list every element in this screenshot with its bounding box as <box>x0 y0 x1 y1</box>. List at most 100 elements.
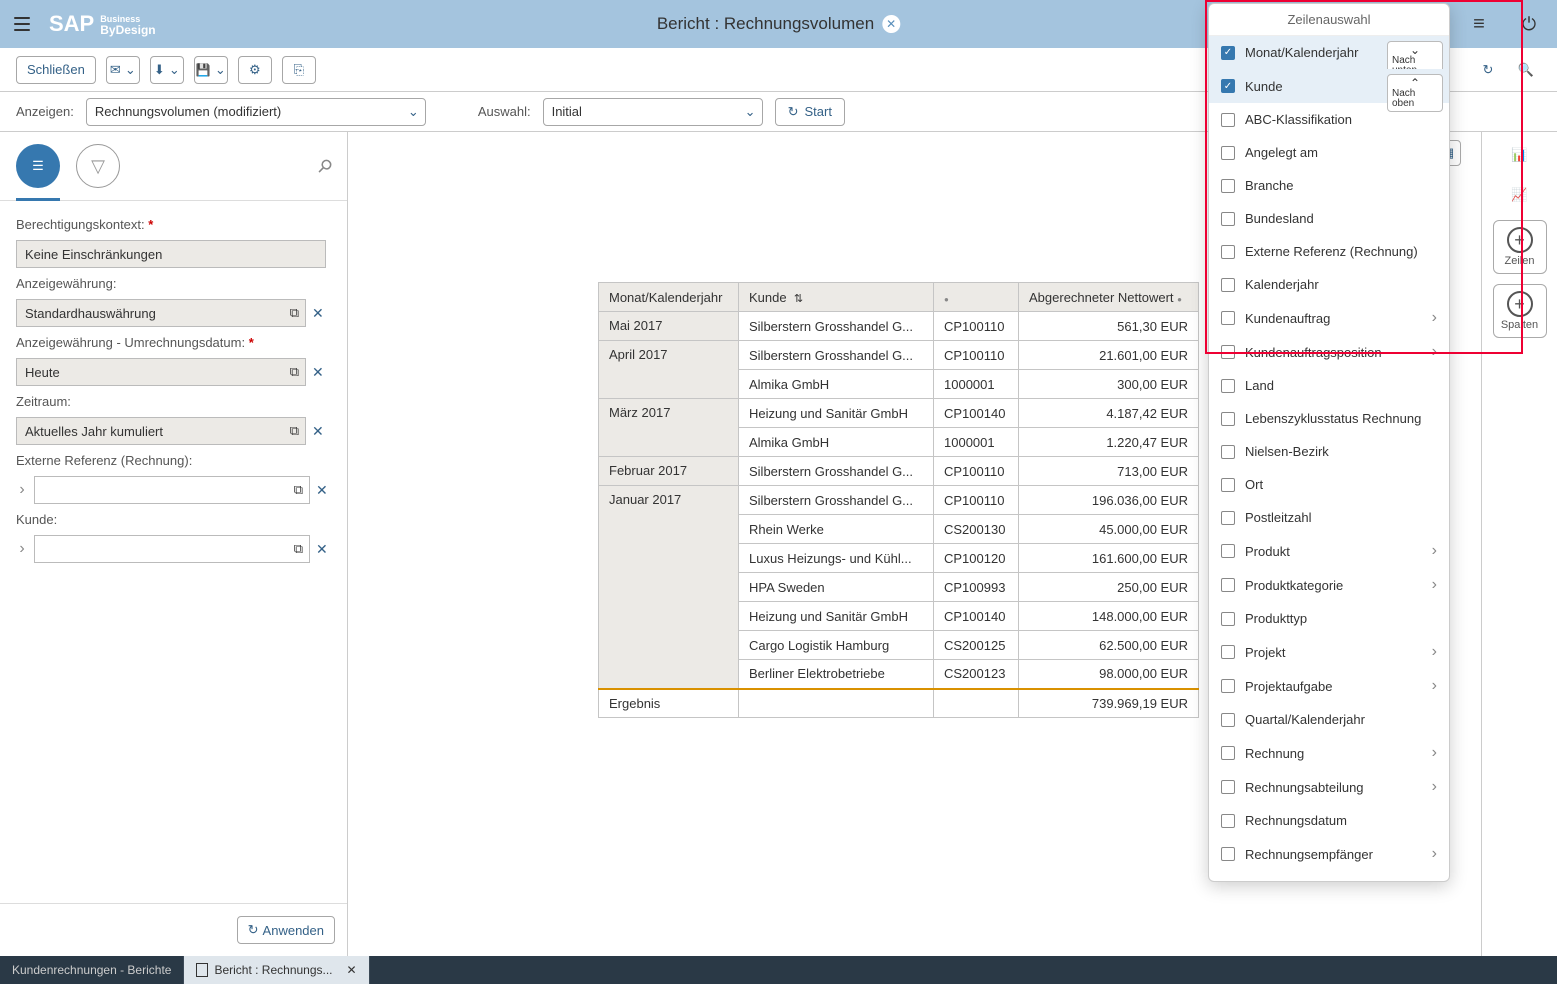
popover-item[interactable]: Rechnung <box>1209 736 1449 770</box>
clear-icon[interactable] <box>312 305 324 322</box>
col-value[interactable]: Abgerechneter Nettowert <box>1019 283 1199 312</box>
checkbox[interactable] <box>1221 881 1235 882</box>
popover-item[interactable]: Projektaufgabe <box>1209 669 1449 703</box>
clear-icon[interactable] <box>316 482 328 499</box>
checkbox[interactable] <box>1221 146 1235 160</box>
popover-item[interactable]: ✓Monat/KalenderjahrNach unten <box>1209 36 1449 69</box>
checkbox[interactable] <box>1221 179 1235 193</box>
checkbox[interactable] <box>1221 544 1235 558</box>
popover-item[interactable]: Produkt <box>1209 534 1449 568</box>
popover-item[interactable]: Externe Referenz (Rechnung) <box>1209 235 1449 268</box>
selection-tab-icon[interactable] <box>16 144 60 188</box>
menu-icon[interactable] <box>10 12 34 36</box>
checkbox[interactable] <box>1221 212 1235 226</box>
popover-item[interactable]: ✓KundeNach oben <box>1209 69 1449 103</box>
task-tab-1[interactable]: Kundenrechnungen - Berichte <box>0 956 184 984</box>
clear-icon[interactable] <box>312 423 324 440</box>
col-kunde[interactable]: Kunde <box>739 283 934 312</box>
expand-icon[interactable] <box>16 481 28 499</box>
checkbox[interactable] <box>1221 679 1235 693</box>
popover-item[interactable]: Kalenderjahr <box>1209 268 1449 301</box>
checkbox[interactable] <box>1221 379 1235 393</box>
extref-field[interactable] <box>34 476 310 504</box>
refresh-icon[interactable] <box>1473 55 1503 85</box>
popover-item[interactable]: Rechnungsstornokennzeichen <box>1209 871 1449 881</box>
bar-chart-icon[interactable] <box>1505 180 1535 210</box>
expand-icon[interactable] <box>16 540 28 558</box>
popover-item[interactable]: Branche <box>1209 169 1449 202</box>
mail-button[interactable] <box>106 56 140 84</box>
popover-item[interactable]: ABC-Klassifikation <box>1209 103 1449 136</box>
popover-item[interactable]: Angelegt am <box>1209 136 1449 169</box>
save-button[interactable] <box>194 56 228 84</box>
anwenden-button[interactable]: Anwenden <box>237 916 335 944</box>
anzeigen-select[interactable]: Rechnungsvolumen (modifiziert) <box>86 98 426 126</box>
open-icon[interactable] <box>290 364 299 380</box>
find-icon[interactable] <box>1511 55 1541 85</box>
checkbox[interactable] <box>1221 713 1235 727</box>
table-row[interactable]: Mai 2017Silberstern Grosshandel G...CP10… <box>599 312 1199 341</box>
power-icon[interactable] <box>1511 6 1547 42</box>
checkbox[interactable] <box>1221 311 1235 325</box>
popover-item[interactable]: Land <box>1209 369 1449 402</box>
anzeigewaehrung-field[interactable]: Standardhauswährung <box>16 299 306 327</box>
clear-icon[interactable] <box>312 364 324 381</box>
checkbox[interactable] <box>1221 478 1235 492</box>
checkbox[interactable]: ✓ <box>1221 46 1235 60</box>
clear-icon[interactable] <box>316 541 328 558</box>
checkbox[interactable] <box>1221 345 1235 359</box>
auswahl-select[interactable]: Initial <box>543 98 763 126</box>
checkbox[interactable] <box>1221 445 1235 459</box>
popover-item[interactable]: Quartal/Kalenderjahr <box>1209 703 1449 736</box>
popover-item[interactable]: Kundenauftrag <box>1209 301 1449 335</box>
col-code[interactable] <box>934 283 1019 312</box>
popover-item[interactable]: Kundenauftragsposition <box>1209 335 1449 369</box>
filter-tab-icon[interactable] <box>76 144 120 188</box>
table-row[interactable]: Januar 2017Silberstern Grosshandel G...C… <box>599 486 1199 515</box>
popover-item[interactable]: Lebenszyklusstatus Rechnung <box>1209 402 1449 435</box>
popover-item[interactable]: Nielsen-Bezirk <box>1209 435 1449 468</box>
open-icon[interactable] <box>294 541 303 557</box>
chart-icon[interactable] <box>1505 140 1535 170</box>
zeitraum-field[interactable]: Aktuelles Jahr kumuliert <box>16 417 306 445</box>
pin-icon[interactable] <box>318 156 331 177</box>
popover-item[interactable]: Bundesland <box>1209 202 1449 235</box>
table-row[interactable]: März 2017Heizung und Sanitär GmbHCP10014… <box>599 399 1199 428</box>
checkbox[interactable] <box>1221 511 1235 525</box>
popover-item[interactable]: Ort <box>1209 468 1449 501</box>
checkbox[interactable] <box>1221 645 1235 659</box>
checkbox[interactable] <box>1221 746 1235 760</box>
popover-item[interactable]: Rechnungsempfänger <box>1209 837 1449 871</box>
checkbox[interactable] <box>1221 847 1235 861</box>
start-button[interactable]: Start <box>775 98 845 126</box>
checkbox[interactable] <box>1221 578 1235 592</box>
close-report-icon[interactable]: ✕ <box>882 15 900 33</box>
header-menu-icon[interactable] <box>1461 6 1497 42</box>
checkbox[interactable] <box>1221 612 1235 626</box>
settings-button[interactable] <box>238 56 272 84</box>
popover-list[interactable]: ✓Monat/KalenderjahrNach unten✓KundeNach … <box>1209 36 1449 881</box>
task-tab-2[interactable]: Bericht : Rechnungs... <box>184 956 369 984</box>
popover-item[interactable]: Projekt <box>1209 635 1449 669</box>
checkbox[interactable] <box>1221 412 1235 426</box>
checkbox[interactable] <box>1221 278 1235 292</box>
checkbox[interactable] <box>1221 245 1235 259</box>
popover-item[interactable]: Produktkategorie <box>1209 568 1449 602</box>
add-rows-button[interactable]: +Zeilen <box>1493 220 1547 274</box>
close-tab-icon[interactable] <box>347 963 357 977</box>
table-row[interactable]: Februar 2017Silberstern Grosshandel G...… <box>599 457 1199 486</box>
checkbox[interactable] <box>1221 113 1235 127</box>
new-doc-button[interactable] <box>282 56 316 84</box>
popover-item[interactable]: Produkttyp <box>1209 602 1449 635</box>
popover-item[interactable]: Rechnungsdatum <box>1209 804 1449 837</box>
close-button[interactable]: Schließen <box>16 56 96 84</box>
col-month[interactable]: Monat/Kalenderjahr <box>599 283 739 312</box>
open-icon[interactable] <box>294 482 303 498</box>
berechtigung-field[interactable]: Keine Einschränkungen <box>16 240 326 268</box>
checkbox[interactable] <box>1221 780 1235 794</box>
table-row[interactable]: April 2017Silberstern Grosshandel G...CP… <box>599 341 1199 370</box>
download-button[interactable] <box>150 56 184 84</box>
popover-item[interactable]: Rechnungsabteilung <box>1209 770 1449 804</box>
checkbox[interactable]: ✓ <box>1221 79 1235 93</box>
kunde-field[interactable] <box>34 535 310 563</box>
